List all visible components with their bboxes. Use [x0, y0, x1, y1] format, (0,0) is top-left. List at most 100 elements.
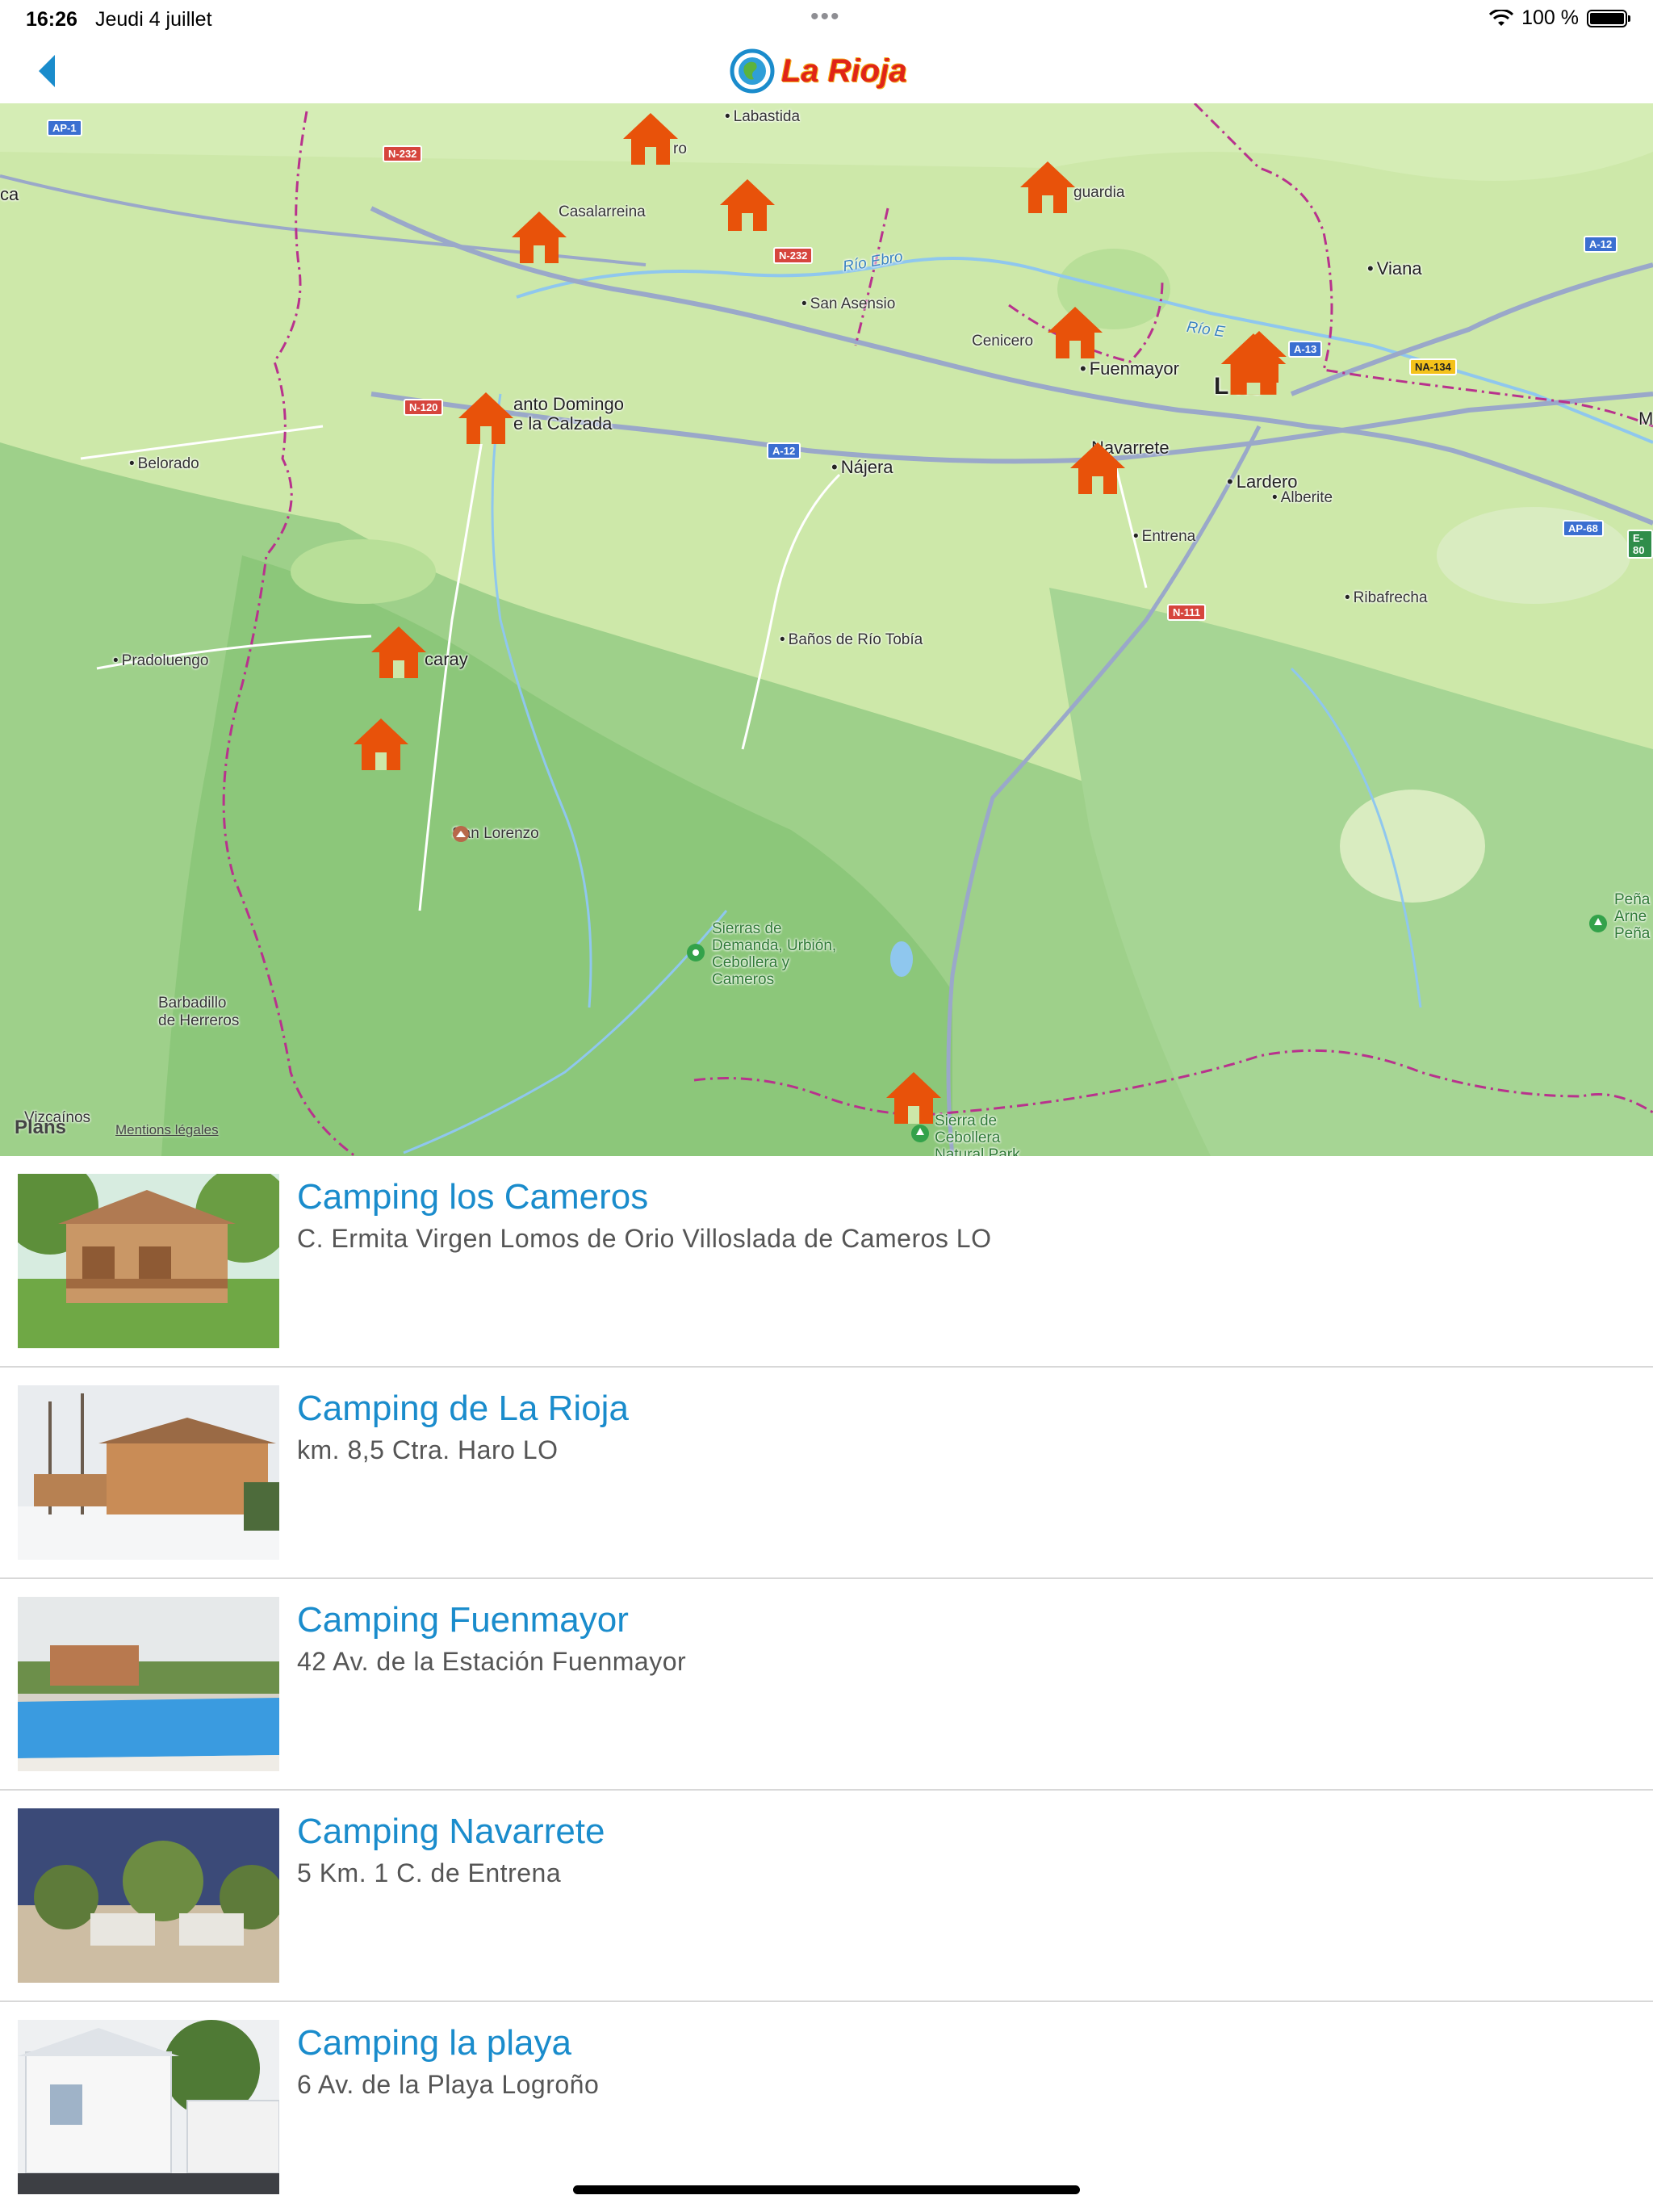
- park-label: Sierra de Cebollera Natural Park: [935, 1112, 1020, 1156]
- place-label: Casalarreina: [559, 203, 646, 220]
- place-label: San Lorenzo: [452, 825, 539, 843]
- place-label: ca: [0, 184, 19, 204]
- camping-marker-house-icon[interactable]: [368, 622, 429, 683]
- park-label-line: Cameros: [712, 971, 775, 988]
- back-button[interactable]: [32, 48, 65, 94]
- camping-marker-house-icon[interactable]: [1228, 326, 1290, 388]
- place-label: Alberite: [1272, 489, 1333, 507]
- camping-list: Camping los Cameros C. Ermita Virgen Lom…: [0, 1156, 1653, 2212]
- home-indicator[interactable]: [573, 2185, 1080, 2194]
- camping-thumbnail: [18, 1597, 279, 1771]
- road-shield: AP-68: [1563, 520, 1604, 537]
- camping-marker-house-icon[interactable]: [508, 207, 570, 268]
- place-label: Labastida: [725, 108, 800, 126]
- road-shield: N-232: [383, 145, 423, 162]
- place-label-line: Barbadillo: [158, 995, 227, 1012]
- legal-notices-link[interactable]: Mentions légales: [115, 1122, 219, 1138]
- camping-name: Camping la playa: [297, 2023, 571, 2063]
- camping-marker-house-icon[interactable]: [1044, 302, 1106, 363]
- park-label: Sierras de Demanda, Urbión, Cebollera y …: [712, 920, 836, 988]
- place-label: Pradoluengo: [113, 652, 209, 670]
- place-label: Viana: [1367, 258, 1422, 279]
- camping-marker-house-icon[interactable]: [620, 108, 681, 170]
- place-label: Belorado: [129, 455, 199, 473]
- place-label: guardia: [1073, 184, 1125, 201]
- road-shield: A-12: [767, 442, 801, 459]
- place-label: Barbadillo de Herreros: [158, 995, 239, 1030]
- globe-icon: [730, 48, 775, 94]
- place-label-line: de Herreros: [158, 1012, 240, 1029]
- place-label: caray: [425, 649, 468, 669]
- place-label: Entrena: [1133, 528, 1196, 546]
- camping-marker-house-icon[interactable]: [455, 388, 517, 449]
- park-label-line: Cebollera: [935, 1129, 1001, 1146]
- camping-marker-house-icon[interactable]: [1017, 157, 1078, 218]
- mountain-icon: [453, 826, 469, 842]
- place-label: Baños de Río Tobía: [780, 631, 923, 649]
- camping-marker-house-icon[interactable]: [883, 1067, 944, 1129]
- app-logo: La Rioja: [730, 47, 907, 95]
- place-label: Cenicero: [972, 333, 1034, 350]
- park-label-line: Sierras de: [712, 920, 782, 937]
- park-label-line: Sierra de: [935, 1112, 998, 1129]
- park-label-line: Natural Park: [935, 1146, 1020, 1156]
- park-label-line: Arne: [1614, 908, 1647, 925]
- park-label-line: Peña: [1614, 891, 1651, 908]
- road-shield: N-120: [404, 399, 444, 416]
- camping-name: Camping Navarrete: [297, 1812, 605, 1851]
- camping-address: 42 Av. de la Estación Fuenmayor: [297, 1647, 687, 1676]
- chevron-left-icon: [39, 55, 55, 87]
- map-view[interactable]: Labastida ro Casalarreina guardia Viana …: [0, 103, 1653, 1156]
- park-label-line: Demanda, Urbión,: [712, 937, 837, 954]
- camping-name: Camping de La Rioja: [297, 1389, 629, 1428]
- camping-marker-house-icon[interactable]: [1067, 438, 1128, 499]
- maps-attribution-text: Plans: [15, 1116, 67, 1138]
- list-item[interactable]: Camping los Cameros C. Ermita Virgen Lom…: [0, 1156, 1653, 1368]
- camping-thumbnail: [18, 1174, 279, 1348]
- status-time: 16:26: [26, 8, 77, 31]
- camping-thumbnail: [18, 2020, 279, 2194]
- camping-address: C. Ermita Virgen Lomos de Orio Villoslad…: [297, 1224, 992, 1253]
- road-shield: N-232: [773, 247, 814, 264]
- park-label: Peña Arne Peña: [1614, 891, 1650, 942]
- place-label: e la Calzada: [513, 413, 613, 434]
- road-shield: A-12: [1584, 236, 1618, 253]
- park-icon: [687, 944, 705, 961]
- camping-address: km. 8,5 Ctra. Haro LO: [297, 1435, 559, 1464]
- page-title: La Rioja: [781, 52, 907, 89]
- list-item[interactable]: Camping la playa 6 Av. de la Playa Logro…: [0, 2002, 1653, 2212]
- list-item[interactable]: Camping Navarrete 5 Km. 1 C. de Entrena: [0, 1791, 1653, 2002]
- place-label: M: [1638, 408, 1653, 429]
- camping-thumbnail: [18, 1385, 279, 1560]
- place-label: San Asensio: [801, 295, 896, 313]
- camping-address: 5 Km. 1 C. de Entrena: [297, 1858, 562, 1887]
- navigation-bar: La Rioja: [0, 39, 1653, 103]
- park-label-line: Cebollera y: [712, 954, 790, 971]
- multitasking-dots[interactable]: •••: [810, 3, 841, 31]
- battery-icon: [1587, 9, 1630, 27]
- status-bar: 16:26 Jeudi 4 juillet ••• 100 %: [0, 0, 1653, 39]
- camping-name: Camping los Cameros: [297, 1177, 649, 1217]
- camping-marker-house-icon[interactable]: [717, 174, 778, 236]
- place-label: Ribafrecha: [1345, 589, 1428, 607]
- list-item[interactable]: Camping de La Rioja km. 8,5 Ctra. Haro L…: [0, 1368, 1653, 1579]
- road-shield: NA-134: [1409, 358, 1457, 375]
- camping-name: Camping Fuenmayor: [297, 1600, 629, 1640]
- park-icon: [1589, 915, 1607, 932]
- wifi-icon: [1489, 9, 1514, 26]
- camping-marker-house-icon[interactable]: [350, 714, 412, 775]
- camping-address: 6 Av. de la Playa Logroño: [297, 2070, 600, 2099]
- road-shield: N-111: [1167, 604, 1206, 621]
- battery-percent: 100 %: [1521, 6, 1579, 29]
- road-shield: E-80: [1627, 530, 1653, 559]
- road-shield: A-13: [1288, 341, 1323, 358]
- place-label: anto Domingo: [513, 394, 624, 414]
- place-label: Nájera: [831, 457, 893, 478]
- maps-attribution: Plans: [15, 1116, 66, 1139]
- road-shield: AP-1: [47, 119, 82, 136]
- list-item[interactable]: Camping Fuenmayor 42 Av. de la Estación …: [0, 1579, 1653, 1791]
- status-date: Jeudi 4 juillet: [95, 8, 212, 31]
- camping-thumbnail: [18, 1808, 279, 1983]
- status-right: 100 %: [1489, 6, 1630, 30]
- park-label-line: Peña: [1614, 925, 1651, 942]
